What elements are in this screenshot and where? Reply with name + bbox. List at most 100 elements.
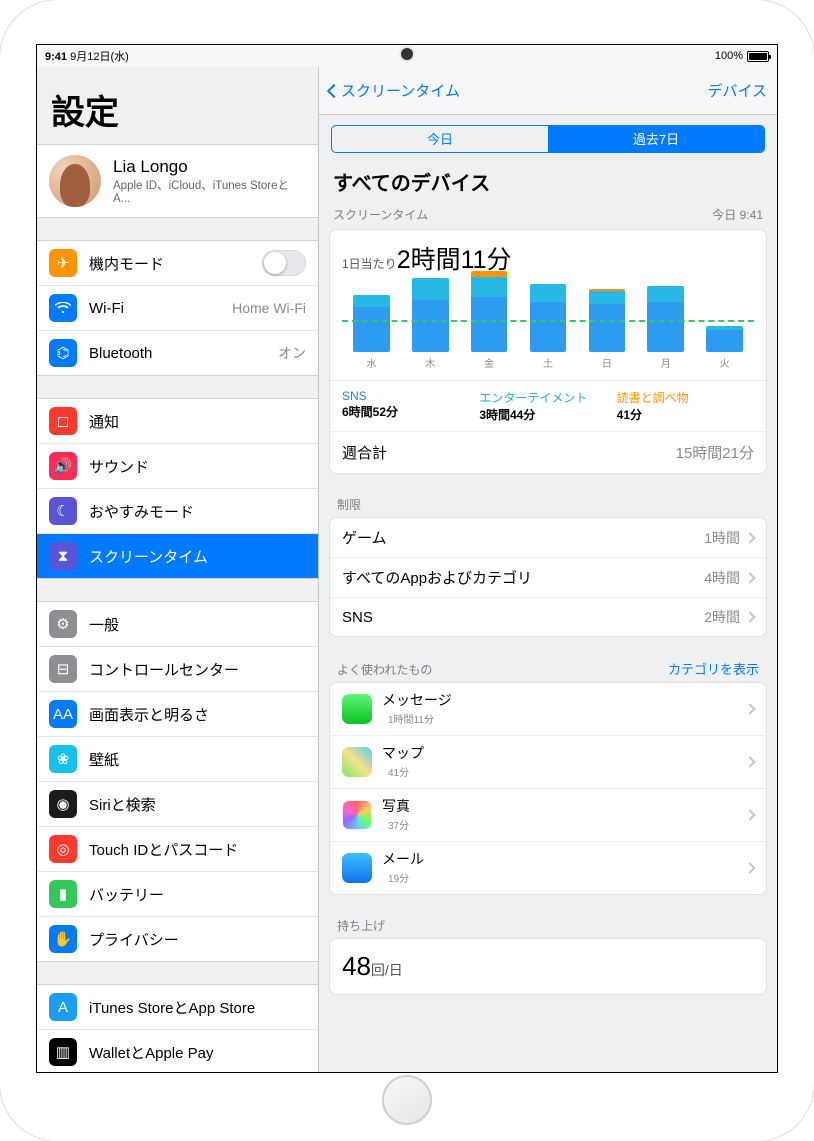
limit-sns[interactable]: SNS 2時間: [330, 598, 766, 636]
messages-icon: [342, 694, 372, 724]
sidebar-item-wallpaper[interactable]: ❀ 壁紙: [37, 737, 318, 782]
mail-icon: [342, 853, 372, 883]
moon-icon: ☾: [49, 497, 77, 525]
sidebar-item-sound[interactable]: 🔊 サウンド: [37, 444, 318, 489]
maps-icon: [342, 747, 372, 777]
sidebar-item-bluetooth[interactable]: ⌬ Bluetooth オン: [37, 331, 318, 375]
profile-sub: Apple ID、iCloud、iTunes StoreとA...: [113, 177, 306, 205]
sidebar-item-screentime[interactable]: ⧗ スクリーンタイム: [37, 534, 318, 578]
sidebar-item-wallet[interactable]: ▥ WalletとApple Pay: [37, 1030, 318, 1072]
usage-chart: 水 木 金 土 日 月 火: [342, 286, 754, 370]
all-devices-title: すべてのデバイス: [319, 153, 777, 202]
sidebar-item-display[interactable]: AA 画面表示と明るさ: [37, 692, 318, 737]
sidebar-item-general[interactable]: ⚙ 一般: [37, 602, 318, 647]
pickup-card[interactable]: 48回/日: [329, 938, 767, 995]
hand-icon: ✋: [49, 925, 77, 953]
limits-header: 制限: [319, 488, 777, 517]
chevron-right-icon: [744, 572, 755, 583]
settings-sidebar[interactable]: 設定 Lia Longo Apple ID、iCloud、iTunes Stor…: [37, 67, 319, 1072]
siri-label: Siriと検索: [89, 794, 306, 815]
pickup-value: 48: [342, 951, 371, 981]
app-maps[interactable]: マップ 41分: [330, 736, 766, 789]
week-total-row[interactable]: 週合計 15時間21分: [330, 431, 766, 473]
control-label: コントロールセンター: [89, 659, 306, 680]
show-categories-link[interactable]: カテゴリを表示: [668, 659, 759, 678]
apple-id-row[interactable]: Lia Longo Apple ID、iCloud、iTunes StoreとA…: [37, 144, 318, 218]
sidebar-item-notifications[interactable]: ◻ 通知: [37, 399, 318, 444]
avatar: [49, 155, 101, 207]
front-camera: [401, 48, 413, 60]
cat-sns: SNS: [342, 389, 479, 403]
wifi-label: Wi-Fi: [89, 300, 232, 317]
limit-games[interactable]: ゲーム 1時間: [330, 518, 766, 558]
subheader-right: 今日 9:41: [712, 206, 763, 223]
sound-label: サウンド: [89, 456, 306, 477]
sidebar-item-battery[interactable]: ▮ バッテリー: [37, 872, 318, 917]
pickup-header: 持ち上げ: [319, 909, 777, 938]
notify-label: 通知: [89, 411, 306, 432]
sidebar-item-itunes[interactable]: A iTunes StoreとApp Store: [37, 985, 318, 1030]
sidebar-item-wifi[interactable]: Wi-Fi Home Wi-Fi: [37, 286, 318, 331]
total-label: 週合計: [342, 442, 387, 463]
sidebar-item-privacy[interactable]: ✋ プライバシー: [37, 917, 318, 961]
wallet-label: WalletとApple Pay: [89, 1042, 306, 1063]
sidebar-item-siri[interactable]: ◉ Siriと検索: [37, 782, 318, 827]
chevron-left-icon: [327, 83, 341, 97]
battery-settings-icon: ▮: [49, 880, 77, 908]
text-size-icon: AA: [49, 700, 77, 728]
siri-icon: ◉: [49, 790, 77, 818]
speaker-icon: 🔊: [49, 452, 77, 480]
sidebar-item-touchid[interactable]: ◎ Touch IDとパスコード: [37, 827, 318, 872]
battery-percent: 100%: [715, 50, 743, 62]
sliders-icon: ⊟: [49, 655, 77, 683]
airplane-label: 機内モード: [89, 253, 262, 274]
status-date: 9月12日(水): [70, 51, 129, 63]
dnd-label: おやすみモード: [89, 501, 306, 522]
battery-icon: [747, 51, 769, 62]
screen: 9:41 9月12日(水) 100% 設定 Lia Longo Apple ID…: [36, 44, 778, 1073]
avg-value: 2時間11分: [397, 246, 512, 274]
seg-today[interactable]: 今日: [332, 126, 548, 152]
general-label: 一般: [89, 614, 306, 635]
most-used-header: よく使われたもの: [337, 661, 432, 678]
app-messages[interactable]: メッセージ 1時間11分: [330, 683, 766, 736]
bluetooth-label: Bluetooth: [89, 345, 278, 362]
subheader-left: スクリーンタイム: [333, 206, 428, 223]
settings-title: 設定: [37, 67, 318, 144]
app-mail[interactable]: メール 19分: [330, 842, 766, 894]
airplane-icon: ✈: [49, 249, 77, 277]
sidebar-item-control-center[interactable]: ⊟ コントロールセンター: [37, 647, 318, 692]
photos-icon: [342, 800, 372, 830]
battery-label: バッテリー: [89, 884, 306, 905]
limit-all-apps[interactable]: すべてのAppおよびカテゴリ 4時間: [330, 558, 766, 598]
airplane-switch[interactable]: [262, 250, 306, 276]
most-used-list: メッセージ 1時間11分 マップ 41分 写真 37分: [329, 682, 767, 895]
wifi-value: Home Wi-Fi: [232, 300, 306, 316]
sidebar-item-airplane[interactable]: ✈ 機内モード: [37, 241, 318, 286]
limits-list: ゲーム 1時間 すべてのAppおよびカテゴリ 4時間 SNS 2時間: [329, 517, 767, 637]
chevron-right-icon: [744, 703, 755, 714]
avg-label: 1日当たり: [342, 257, 397, 271]
segmented-control[interactable]: 今日 過去7日: [331, 125, 765, 153]
gear-icon: ⚙: [49, 610, 77, 638]
back-label: スクリーンタイム: [341, 80, 460, 101]
seg-week[interactable]: 過去7日: [548, 126, 764, 152]
status-time: 9:41: [45, 51, 67, 63]
back-button[interactable]: スクリーンタイム: [329, 80, 460, 101]
wallet-icon: ▥: [49, 1038, 77, 1066]
chevron-right-icon: [744, 756, 755, 767]
home-button[interactable]: [382, 1075, 432, 1125]
cat-ent: エンターテイメント: [479, 389, 616, 406]
profile-name: Lia Longo: [113, 157, 306, 177]
bluetooth-icon: ⌬: [49, 339, 77, 367]
chevron-right-icon: [744, 611, 755, 622]
main-panel[interactable]: スクリーンタイム デバイス 今日 過去7日 すべてのデバイス スクリーンタイム …: [319, 67, 777, 1072]
usage-card[interactable]: 1日当たり2時間11分 水 木 金 土 日 月 火 SNS6時間52分: [329, 229, 767, 474]
devices-button[interactable]: デバイス: [707, 80, 767, 101]
wifi-settings-icon: [49, 294, 77, 322]
app-photos[interactable]: 写真 37分: [330, 789, 766, 842]
chevron-right-icon: [744, 532, 755, 543]
navbar: スクリーンタイム デバイス: [319, 67, 777, 115]
cat-read: 読書と調べ物: [617, 389, 754, 406]
sidebar-item-dnd[interactable]: ☾ おやすみモード: [37, 489, 318, 534]
